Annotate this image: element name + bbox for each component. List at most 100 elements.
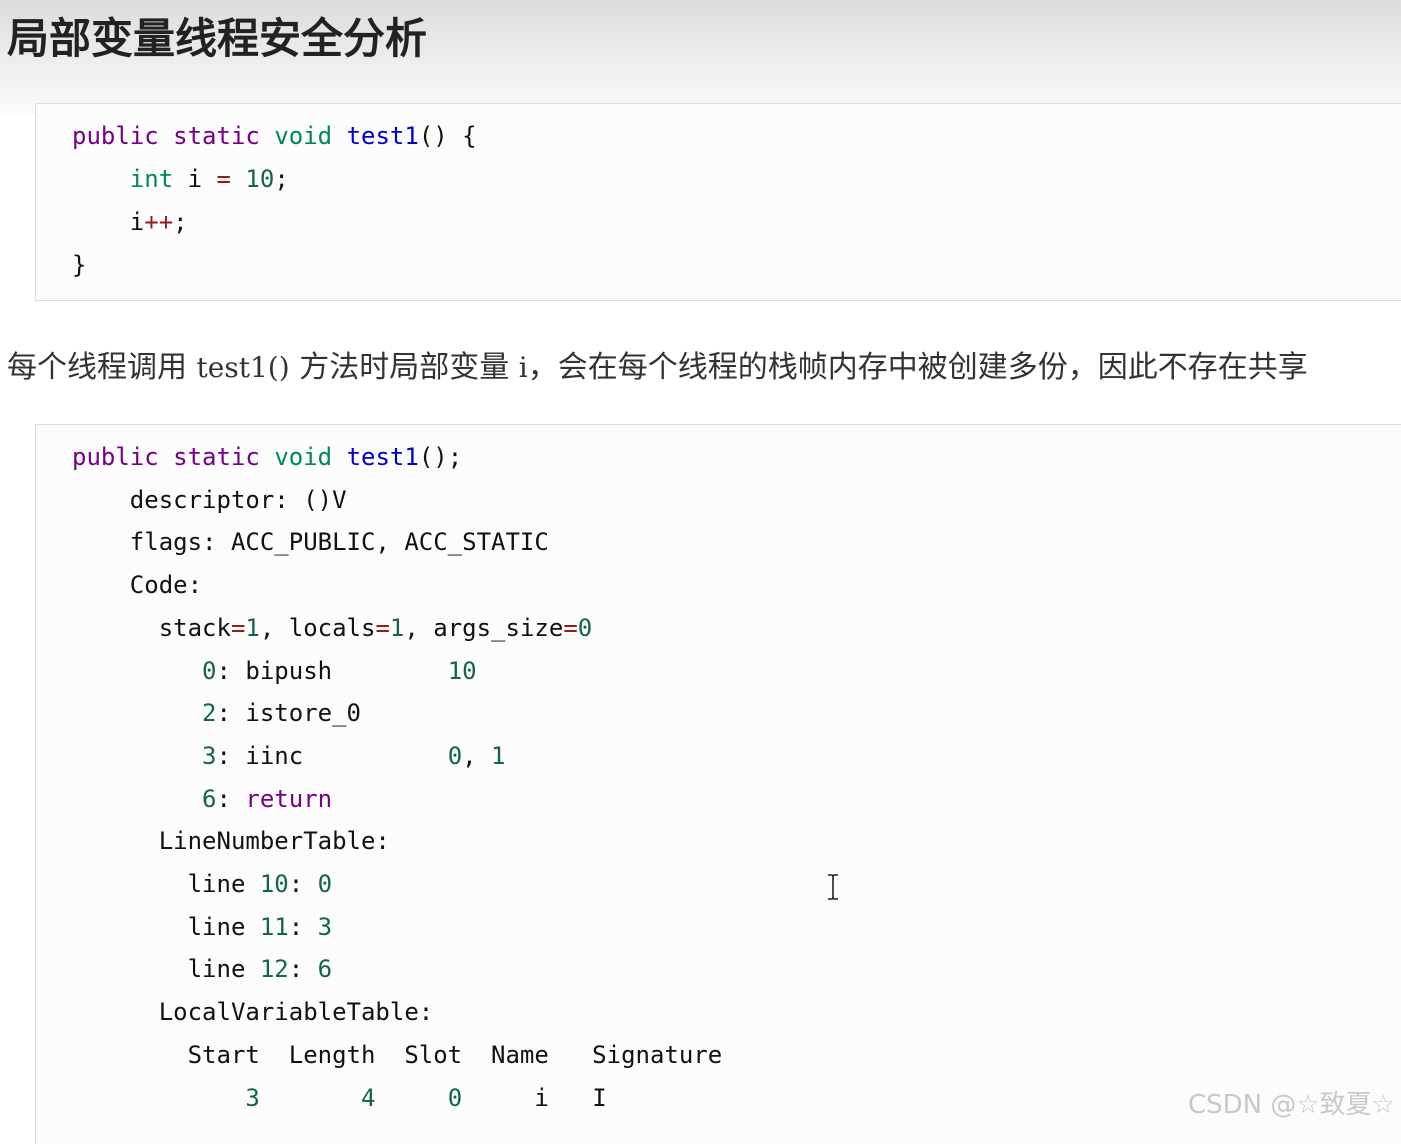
- code-token: Code:: [72, 571, 203, 600]
- code-line: 6: return: [72, 778, 332, 821]
- code-token: =: [375, 613, 390, 642]
- code-token: 10: [259, 870, 289, 898]
- code-token: i I: [462, 1083, 607, 1112]
- code-token: =: [216, 165, 231, 193]
- code-token: 0: [317, 870, 333, 898]
- code-token: static: [173, 443, 260, 471]
- description-text-before: 每个线程调用: [7, 350, 197, 385]
- code-token: void: [274, 443, 333, 471]
- inline-variable-name: i: [518, 351, 528, 384]
- code-token: descriptor: ()V: [72, 485, 347, 514]
- code-token: 0: [447, 741, 463, 770]
- code-token: , args_size: [404, 613, 564, 642]
- code-token: 6: [317, 955, 333, 984]
- code-token: 2: [202, 699, 217, 728]
- code-token: :: [216, 784, 246, 813]
- bytecode-block: public static void test1(); descriptor: …: [35, 424, 1401, 1144]
- code-token: 1: [491, 741, 506, 770]
- code-token: 10: [447, 656, 477, 685]
- code-token: 1: [389, 613, 405, 642]
- code-token: 0: [577, 613, 593, 642]
- code-line: }: [72, 244, 86, 287]
- inline-method-name: test1(): [196, 351, 290, 384]
- code-token: :: [288, 912, 318, 941]
- code-token: test1: [346, 122, 419, 150]
- code-token: flags: ACC_PUBLIC, ACC_STATIC: [72, 528, 549, 557]
- code-line: line 10: 0: [72, 863, 333, 906]
- code-token: :: [288, 955, 318, 984]
- code-token: test1: [346, 443, 419, 471]
- code-line: stack=1, locals=1, args_size=0: [72, 607, 593, 650]
- code-line: public static void test1() {: [72, 115, 477, 158]
- description-paragraph: 每个线程调用 test1() 方法时局部变量 i，会在每个线程的栈帧内存中被创建…: [7, 343, 1308, 393]
- code-token: 6: [202, 784, 217, 813]
- code-token: public: [72, 122, 159, 150]
- code-line: LocalVariableTable:: [72, 991, 434, 1034]
- code-token: =: [563, 613, 578, 642]
- code-token: ();: [418, 443, 463, 471]
- description-text-after: ，会在每个线程的栈帧内存中被创建多份，因此不存在共享: [527, 350, 1308, 385]
- code-token: 0: [202, 656, 217, 685]
- code-line: 2: istore_0: [72, 692, 361, 735]
- code-line: Code:: [72, 564, 202, 607]
- code-token: return: [245, 784, 333, 813]
- source-code-block: public static void test1() { int i = 10;…: [35, 103, 1401, 301]
- code-token: 1: [245, 613, 260, 642]
- code-token: : bipush: [216, 656, 448, 685]
- code-token: line: [72, 870, 260, 898]
- code-line: descriptor: ()V: [72, 479, 347, 522]
- code-line: line 12: 6: [72, 948, 333, 991]
- code-token: 10: [245, 165, 275, 193]
- code-token: 12: [259, 955, 289, 984]
- code-line: LineNumberTable:: [72, 820, 390, 863]
- code-token: ;: [274, 165, 289, 193]
- code-token: 3: [202, 741, 217, 770]
- code-token: : istore_0: [216, 699, 362, 728]
- code-token: i: [173, 165, 217, 193]
- code-line: int i = 10;: [72, 158, 289, 201]
- code-token: ++: [144, 208, 174, 236]
- code-token: stack: [72, 613, 231, 642]
- code-line: flags: ACC_PUBLIC, ACC_STATIC: [72, 521, 549, 564]
- code-token: void: [274, 122, 333, 150]
- code-token: LocalVariableTable:: [72, 998, 434, 1027]
- code-token: }: [72, 251, 87, 279]
- code-line: Start Length Slot Name Signature: [72, 1034, 723, 1077]
- code-token: public: [72, 443, 159, 471]
- code-token: 3: [317, 912, 333, 941]
- code-line: i++;: [72, 201, 188, 244]
- code-token: 11: [259, 912, 289, 941]
- code-token: line: [72, 912, 260, 941]
- code-token: , locals: [259, 613, 376, 642]
- code-token: ,: [462, 741, 492, 770]
- code-token: () {: [418, 122, 477, 150]
- code-token: int: [129, 165, 174, 193]
- code-token: =: [230, 613, 246, 642]
- code-token: line: [72, 955, 260, 984]
- code-token: LineNumberTable:: [72, 827, 390, 856]
- description-text-middle: 方法时局部变量: [289, 350, 519, 385]
- code-token: 3: [245, 1083, 260, 1112]
- code-token: : iinc: [216, 741, 448, 770]
- code-token: i: [72, 208, 145, 236]
- code-token: Start Length Slot Name Signature: [72, 1040, 723, 1069]
- code-token: ;: [173, 208, 188, 236]
- code-token: static: [173, 122, 260, 150]
- code-token: 4: [361, 1083, 376, 1112]
- code-line: line 11: 3: [72, 906, 333, 949]
